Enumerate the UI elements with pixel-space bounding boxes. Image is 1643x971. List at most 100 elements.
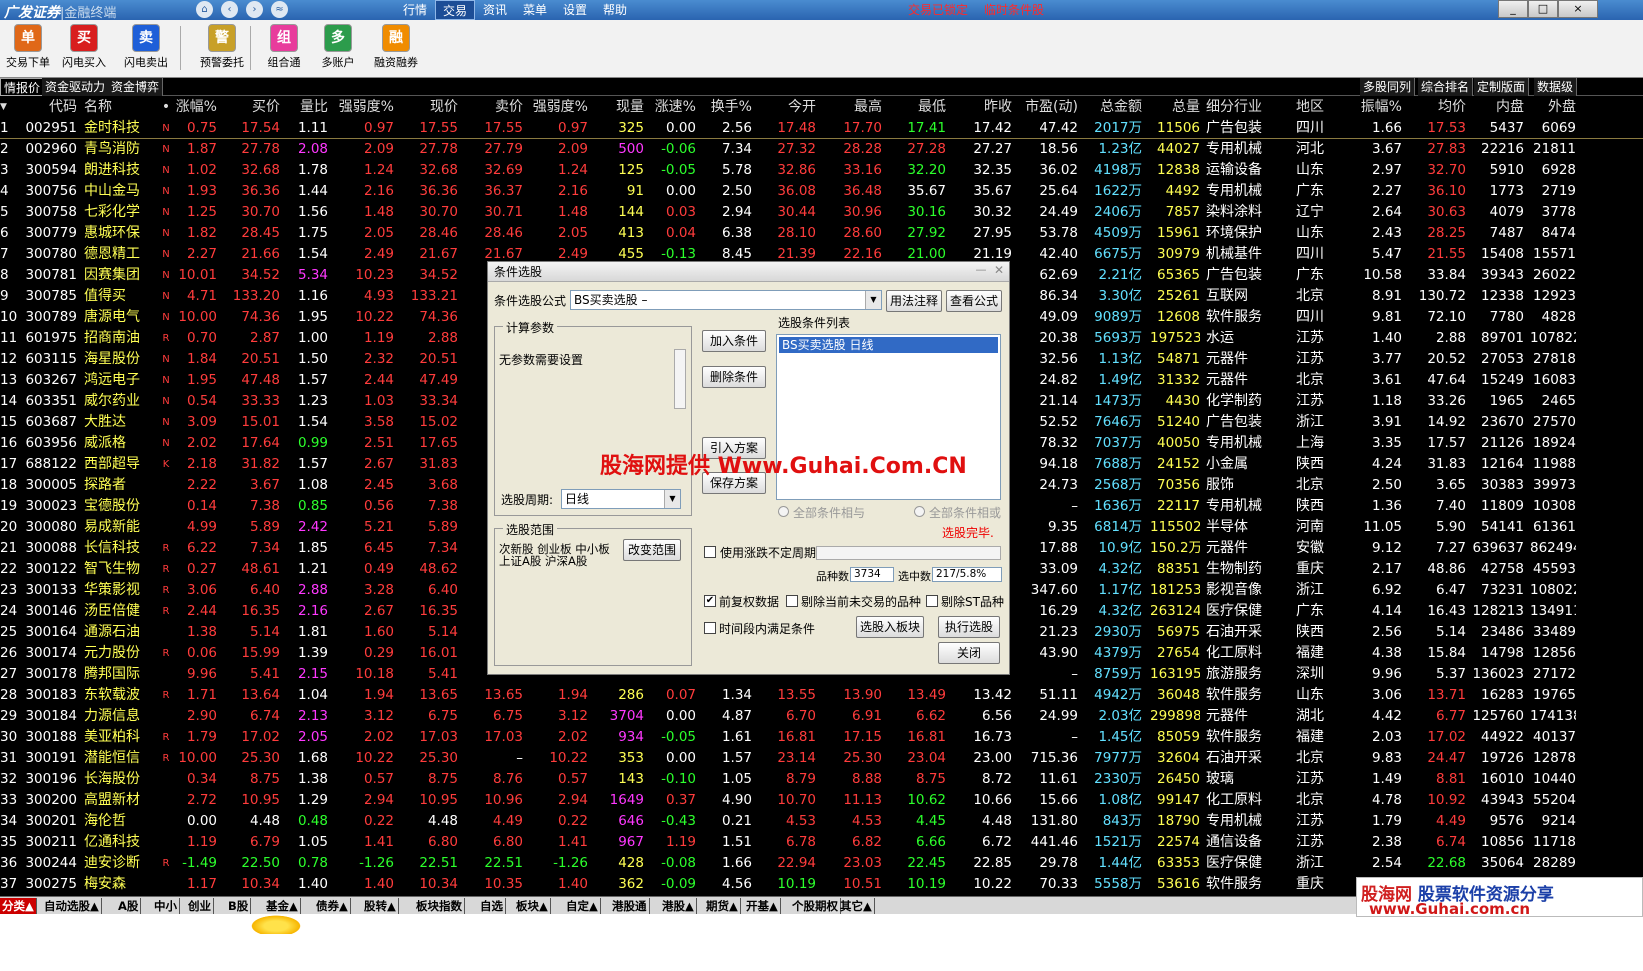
table-row[interactable]: 31 300191 潜能恒信 R 10.00 25.30 1.68 10.22 25.30 – 10… — [0, 748, 1643, 769]
home-icon[interactable]: ⌂ — [196, 1, 213, 18]
bottom-tab-1[interactable]: 自动选股▲ — [42, 898, 102, 914]
use-limit-period-checkbox[interactable] — [704, 546, 716, 558]
prev-adjust-checkbox[interactable]: ✔ — [704, 595, 716, 607]
temp-condition-status[interactable]: 临时条件股 — [984, 0, 1044, 20]
toolbar-button-3[interactable]: 警预警委托 — [194, 22, 250, 76]
bottom-tab-10[interactable]: 自选 — [478, 898, 506, 914]
column-header[interactable]: 总金额 — [1086, 96, 1142, 118]
exclude-untraded-checkbox[interactable] — [786, 595, 798, 607]
column-header[interactable]: 今开 — [760, 96, 816, 118]
sub-tab-left-1[interactable]: 资金驱动力 — [42, 78, 110, 96]
menu-item-4[interactable]: 设置 — [555, 0, 595, 20]
bottom-tab-13[interactable]: 港股通 — [610, 898, 650, 914]
close-window-button[interactable]: × — [1558, 0, 1598, 18]
bottom-tab-0[interactable]: 分类▲ — [0, 898, 37, 914]
column-header[interactable]: 卖价 — [468, 96, 523, 118]
sub-tab-right-0[interactable]: 多股同列 — [1360, 78, 1416, 96]
column-header[interactable]: 总量 — [1150, 96, 1200, 118]
table-row[interactable]: 5 300758 七彩化学 N 1.25 30.70 1.56 1.48 30.70 30.71 1… — [0, 202, 1643, 223]
chevron-down-icon[interactable]: ▼ — [865, 291, 881, 309]
delete-condition-button[interactable]: 删除条件 — [702, 366, 766, 388]
bottom-tab-11[interactable]: 板块▲ — [514, 898, 551, 914]
execute-select-button[interactable]: 执行选股 — [938, 616, 1000, 638]
menu-item-3[interactable]: 菜单 — [515, 0, 555, 20]
column-header[interactable]: 最高 — [824, 96, 882, 118]
toolbar-button-0[interactable]: 单交易下单 — [0, 22, 56, 76]
menu-item-2[interactable]: 资讯 — [475, 0, 515, 20]
bottom-tab-2[interactable]: A股 — [116, 898, 142, 914]
column-header[interactable]: 强弱度% — [334, 96, 394, 118]
bottom-tab-4[interactable]: 创业 — [186, 898, 214, 914]
dialog-close-icon[interactable]: ✕ — [991, 263, 1007, 279]
column-header[interactable]: 内盘 — [1472, 96, 1524, 118]
bottom-tab-15[interactable]: 期货▲ — [704, 898, 741, 914]
radio-or[interactable] — [914, 506, 925, 517]
bottom-tab-9[interactable]: 板块指数 — [414, 898, 465, 914]
collapse-icon[interactable]: ≈ — [271, 1, 288, 18]
table-row[interactable]: 6 300779 惠城环保 N 1.82 28.45 1.75 2.05 28.46 28.46 2… — [0, 223, 1643, 244]
sub-tab-left-2[interactable]: 资金博弈 — [108, 78, 164, 96]
radio-and[interactable] — [778, 506, 789, 517]
formula-select[interactable]: BS买卖选股 – ▼ — [570, 290, 882, 310]
minimize-button[interactable]: _ — [1498, 0, 1528, 18]
table-row[interactable]: 32 300196 长海股份 0.34 8.75 1.38 0.57 8.75 8.76 0.57… — [0, 769, 1643, 790]
column-header[interactable]: 量比 — [288, 96, 328, 118]
table-row[interactable]: 36 300244 迪安诊断 R -1.49 22.50 0.78 -1.26 22.51 22.… — [0, 853, 1643, 874]
sort-arrow-icon[interactable]: ▼ — [0, 96, 10, 118]
dialog-minimize-icon[interactable]: — — [973, 263, 989, 279]
sub-tab-left-0[interactable]: 情报价 — [0, 78, 45, 96]
menu-item-0[interactable]: 行情 — [395, 0, 435, 20]
column-header[interactable]: • — [160, 96, 172, 118]
toolbar-button-5[interactable]: 多多账户 — [310, 22, 366, 76]
menu-item-1[interactable]: 交易 — [435, 0, 475, 20]
table-row[interactable]: 30 300188 美亚柏科 R 1.79 17.02 2.05 2.02 17.03 17.03… — [0, 727, 1643, 748]
condition-list-item[interactable]: BS买卖选股 日线 — [779, 337, 998, 353]
column-header[interactable]: 均价 — [1408, 96, 1466, 118]
bottom-tab-14[interactable]: 港股▲ — [660, 898, 697, 914]
sub-tab-right-3[interactable]: 数据级 — [1534, 78, 1578, 96]
back-icon[interactable]: ‹ — [221, 1, 238, 18]
toolbar-button-4[interactable]: 组组合通 — [256, 22, 312, 76]
toolbar-button-6[interactable]: 融融资融券 — [368, 22, 424, 76]
table-row[interactable]: 28 300183 东软载波 R 1.71 13.64 1.04 1.94 13.65 13.65… — [0, 685, 1643, 706]
trade-locked-status[interactable]: 交易已锁定 — [908, 0, 968, 20]
table-row[interactable]: 1 002951 金时科技 N 0.75 17.54 1.11 0.97 17.55 17.55 0… — [0, 118, 1643, 139]
column-header[interactable]: 最低 — [890, 96, 946, 118]
column-header[interactable]: 名称 — [84, 96, 164, 118]
view-formula-button[interactable]: 查看公式 — [946, 290, 1002, 312]
period-select[interactable]: 日线 ▼ — [561, 489, 681, 509]
column-header[interactable]: 强弱度% — [530, 96, 588, 118]
table-row[interactable]: 4 300756 中山金马 N 1.93 36.36 1.44 2.16 36.36 36.37 2… — [0, 181, 1643, 202]
toolbar-button-2[interactable]: 卖闪电卖出 — [118, 22, 174, 76]
column-header[interactable]: 涨幅% — [172, 96, 217, 118]
forward-icon[interactable]: › — [246, 1, 263, 18]
bottom-tab-8[interactable]: 股转▲ — [362, 898, 399, 914]
column-header[interactable]: 换手% — [704, 96, 752, 118]
table-row[interactable]: 3 300594 朗进科技 N 1.02 32.68 1.78 1.24 32.68 32.69 1… — [0, 160, 1643, 181]
exclude-st-checkbox[interactable] — [926, 595, 938, 607]
column-header[interactable]: 现价 — [404, 96, 458, 118]
table-row[interactable]: 29 300184 力源信息 2.90 6.74 2.13 3.12 6.75 6.75 3.12… — [0, 706, 1643, 727]
column-header[interactable]: 代码 — [22, 96, 77, 118]
table-row[interactable]: 35 300211 亿通科技 1.19 6.79 1.05 1.41 6.80 6.80 1.41… — [0, 832, 1643, 853]
column-header[interactable]: 现量 — [596, 96, 644, 118]
bottom-tab-3[interactable]: 中小 — [152, 898, 180, 914]
period-meet-checkbox[interactable] — [704, 622, 716, 634]
select-to-block-button[interactable]: 选股入板块 — [856, 616, 924, 638]
bottom-tab-7[interactable]: 债券▲ — [314, 898, 351, 914]
column-header[interactable]: 市盈(动) — [1020, 96, 1078, 118]
params-scrollbar[interactable] — [674, 349, 686, 409]
table-row[interactable]: 33 300200 高盟新材 2.72 10.95 1.29 2.94 10.95 10.96 2… — [0, 790, 1643, 811]
bottom-tab-6[interactable]: 基金▲ — [264, 898, 301, 914]
column-header[interactable]: 振幅% — [1354, 96, 1402, 118]
sub-tab-right-2[interactable]: 定制版面 — [1474, 78, 1530, 96]
usage-note-button[interactable]: 用法注释 — [886, 290, 942, 312]
add-condition-button[interactable]: 加入条件 — [702, 330, 766, 352]
column-header[interactable]: 涨速% — [650, 96, 696, 118]
bottom-tab-17[interactable]: 个股期权 — [790, 898, 841, 914]
column-header[interactable]: 地区 — [1296, 96, 1346, 118]
change-range-button[interactable]: 改变范围 — [623, 539, 681, 561]
toolbar-button-1[interactable]: 买闪电买入 — [56, 22, 112, 76]
maximize-button[interactable]: □ — [1528, 0, 1558, 18]
bottom-tab-18[interactable]: 其它▲ — [838, 898, 875, 914]
